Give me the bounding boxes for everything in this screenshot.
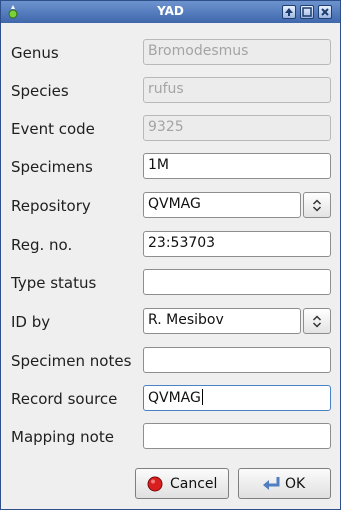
event-code-row: Event code 9325 (1, 115, 340, 143)
genus-row: Genus Bromodesmus (1, 39, 340, 67)
chevron-updown-icon (312, 315, 322, 328)
repository-row: Repository QVMAG (1, 192, 340, 220)
species-field: rufus (143, 77, 331, 103)
id-by-row: ID by R. Mesibov (1, 308, 340, 336)
specimens-row: Specimens 1M (1, 153, 340, 181)
mapping-note-row: Mapping note (1, 423, 340, 451)
genus-field: Bromodesmus (143, 39, 331, 65)
ok-button[interactable]: OK (238, 468, 331, 499)
repository-dropdown-button[interactable] (303, 192, 331, 218)
specimens-field[interactable]: 1M (143, 153, 331, 179)
record-source-value: QVMAG (148, 390, 201, 406)
species-row: Species rufus (1, 77, 340, 105)
type-status-label: Type status (11, 274, 97, 292)
type-status-row: Type status (1, 269, 340, 297)
specimens-label: Specimens (11, 158, 93, 176)
minimize-icon[interactable] (300, 5, 314, 19)
text-caret (201, 389, 203, 405)
repository-label: Repository (11, 197, 91, 215)
id-by-combo-field[interactable]: R. Mesibov (143, 308, 301, 334)
mapping-note-label: Mapping note (11, 428, 114, 446)
id-by-label: ID by (11, 313, 51, 331)
enter-arrow-icon (263, 477, 280, 490)
event-code-field: 9325 (143, 115, 331, 141)
reg-no-field[interactable]: 23:53703 (143, 231, 331, 257)
ok-label: OK (285, 476, 306, 492)
record-source-row: Record source QVMAG (1, 385, 340, 413)
close-icon[interactable] (318, 5, 332, 19)
id-by-dropdown-button[interactable] (303, 308, 331, 334)
specimen-notes-row: Specimen notes (1, 347, 340, 375)
type-status-field[interactable] (143, 269, 331, 295)
repository-combo-field[interactable]: QVMAG (143, 192, 301, 218)
specimen-notes-field[interactable] (143, 347, 331, 373)
event-code-label: Event code (11, 120, 95, 138)
up-icon[interactable] (282, 5, 296, 19)
cancel-label: Cancel (170, 476, 218, 492)
record-source-field[interactable]: QVMAG (143, 385, 331, 411)
cancel-button[interactable]: Cancel (135, 468, 229, 499)
reg-no-row: Reg. no. 23:53703 (1, 231, 340, 259)
dialog-window: YAD Genus Bromodesmus Species rufus Even… (0, 0, 341, 510)
chevron-updown-icon (312, 199, 322, 212)
red-circle-icon (147, 476, 163, 492)
genus-label: Genus (11, 44, 59, 62)
title-bar[interactable]: YAD (1, 1, 340, 23)
species-label: Species (11, 82, 69, 100)
reg-no-label: Reg. no. (11, 236, 73, 254)
specimen-notes-label: Specimen notes (11, 352, 132, 370)
mapping-note-field[interactable] (143, 423, 331, 449)
record-source-label: Record source (11, 390, 118, 408)
